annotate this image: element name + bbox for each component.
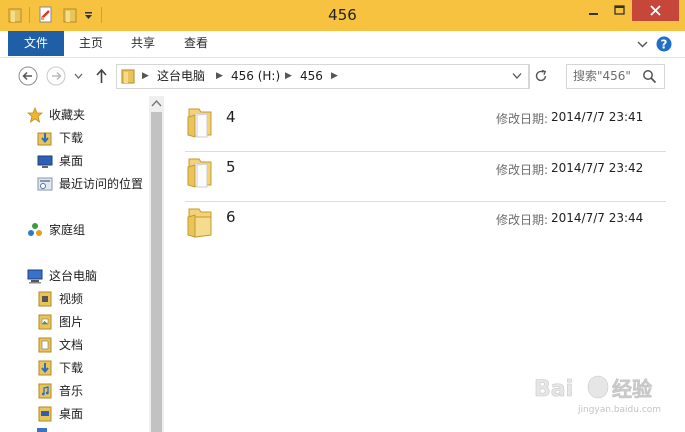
toolbar-separator bbox=[29, 7, 30, 23]
scroll-up-arrow[interactable] bbox=[151, 99, 162, 108]
file-name[interactable]: 6 bbox=[226, 208, 236, 226]
folder-icon[interactable] bbox=[8, 7, 22, 23]
modified-label: 修改日期: bbox=[496, 213, 549, 227]
computer-icon bbox=[27, 268, 43, 284]
nav-thispc[interactable]: 这台电脑 bbox=[49, 265, 97, 287]
chevron-down-icon[interactable] bbox=[637, 39, 648, 49]
nav-item-partial bbox=[37, 428, 47, 432]
new-folder-icon[interactable] bbox=[63, 7, 77, 23]
folder-icon[interactable] bbox=[185, 155, 215, 189]
properties-icon[interactable] bbox=[38, 6, 54, 24]
tab-file[interactable]: 文件 bbox=[8, 31, 64, 56]
maximize-button[interactable] bbox=[607, 0, 632, 21]
downloads-icon bbox=[37, 130, 53, 146]
minimize-button[interactable] bbox=[580, 0, 607, 21]
homegroup-icon bbox=[27, 222, 43, 238]
modified-date: 2014/7/7 23:44 bbox=[551, 211, 644, 225]
nav-item-documents[interactable]: 文档 bbox=[59, 334, 83, 356]
star-icon bbox=[27, 107, 43, 123]
desktop-folder-icon bbox=[37, 406, 53, 422]
documents-icon bbox=[37, 337, 53, 353]
music-icon bbox=[37, 383, 53, 399]
breadcrumb-thispc[interactable]: 这台电脑 bbox=[157, 64, 205, 89]
breadcrumb-separator[interactable]: ▶ bbox=[142, 64, 149, 89]
help-icon[interactable]: ? bbox=[656, 36, 672, 52]
search-icon[interactable] bbox=[642, 69, 657, 84]
downloads-icon bbox=[37, 360, 53, 376]
file-name[interactable]: 5 bbox=[226, 158, 236, 176]
breadcrumb-separator[interactable]: ▶ bbox=[216, 64, 223, 89]
toolbar-separator bbox=[101, 7, 102, 23]
nav-item-videos[interactable]: 视频 bbox=[59, 288, 83, 310]
breadcrumb-folder[interactable]: 456 bbox=[300, 64, 323, 89]
modified-label: 修改日期: bbox=[496, 163, 549, 177]
up-arrow-icon[interactable] bbox=[95, 68, 108, 84]
back-button[interactable] bbox=[18, 66, 38, 86]
tab-view[interactable]: 查看 bbox=[175, 31, 217, 56]
scrollbar-thumb[interactable] bbox=[151, 112, 162, 432]
close-button[interactable] bbox=[632, 0, 679, 21]
folder-icon[interactable] bbox=[185, 205, 215, 239]
pictures-icon bbox=[37, 314, 53, 330]
customize-toolbar-icon[interactable] bbox=[84, 11, 93, 20]
videos-icon bbox=[37, 291, 53, 307]
nav-item-downloads[interactable]: 下载 bbox=[59, 127, 83, 149]
file-name[interactable]: 4 bbox=[226, 108, 236, 126]
breadcrumb-separator[interactable]: ▶ bbox=[331, 64, 338, 89]
modified-label: 修改日期: bbox=[496, 112, 549, 126]
folder-icon bbox=[121, 68, 135, 84]
row-divider bbox=[185, 151, 666, 152]
breadcrumb-separator[interactable]: ▶ bbox=[285, 64, 292, 89]
modified-date: 2014/7/7 23:42 bbox=[551, 161, 644, 175]
nav-item-music[interactable]: 音乐 bbox=[59, 380, 83, 402]
nav-homegroup[interactable]: 家庭组 bbox=[49, 219, 85, 241]
recent-places-icon bbox=[37, 176, 53, 192]
nav-item-downloads-pc[interactable]: 下载 bbox=[59, 357, 83, 379]
address-dropdown-icon[interactable] bbox=[512, 72, 522, 80]
tab-home[interactable]: 主页 bbox=[70, 31, 112, 56]
nav-item-desktop-pc[interactable]: 桌面 bbox=[59, 403, 83, 425]
nav-item-pictures[interactable]: 图片 bbox=[59, 311, 83, 333]
nav-item-desktop[interactable]: 桌面 bbox=[59, 150, 83, 172]
folder-icon[interactable] bbox=[185, 105, 215, 139]
nav-item-recent[interactable]: 最近访问的位置 bbox=[59, 173, 143, 195]
recent-locations-icon[interactable] bbox=[74, 73, 83, 80]
breadcrumb-drive[interactable]: 456 (H:) bbox=[231, 64, 280, 89]
watermark-url: jingyan.baidu.com bbox=[578, 405, 662, 415]
tab-share[interactable]: 共享 bbox=[122, 31, 164, 56]
row-divider bbox=[185, 201, 666, 202]
address-divider bbox=[528, 64, 529, 89]
baidu-jingyan-watermark: Bai 经验 bbox=[532, 372, 682, 428]
desktop-icon bbox=[37, 153, 53, 169]
refresh-icon[interactable] bbox=[533, 68, 549, 84]
nav-favorites[interactable]: 收藏夹 bbox=[49, 104, 85, 126]
modified-date: 2014/7/7 23:41 bbox=[551, 110, 644, 124]
svg-text:Bai: Bai bbox=[534, 377, 573, 402]
svg-text:?: ? bbox=[661, 38, 668, 52]
svg-text:经验: 经验 bbox=[612, 377, 652, 401]
forward-button[interactable] bbox=[46, 66, 66, 86]
search-input[interactable]: 搜索"456" bbox=[573, 64, 631, 89]
